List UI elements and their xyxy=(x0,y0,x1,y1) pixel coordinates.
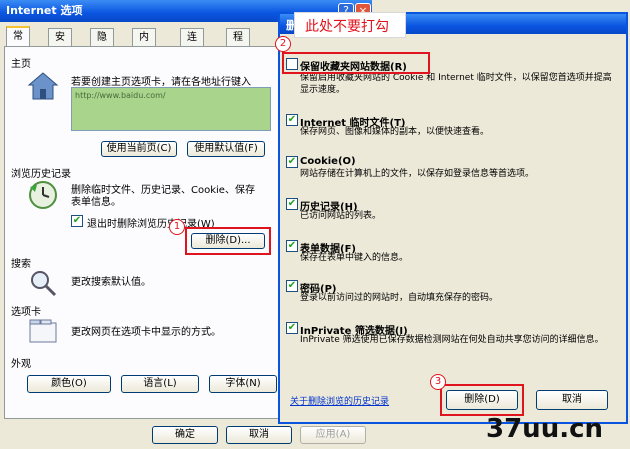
step3-marker: 3 xyxy=(430,374,446,390)
languages-button[interactable]: 语言(L) xyxy=(121,375,199,393)
history-desc: 已访问网站的列表。 xyxy=(300,211,382,221)
delete-history-dialog: 删除 保留收藏夹网站数据(R) 保留启用收藏夹网站的 Cookie 和 Inte… xyxy=(278,12,628,424)
home-url-textarea[interactable]: http://www.baidu.com/ xyxy=(71,87,271,131)
use-current-button[interactable]: 使用当前页(C) xyxy=(101,141,177,157)
home-icon xyxy=(27,71,59,101)
tab-content[interactable]: 内容 xyxy=(132,28,156,61)
dialog-cancel-button[interactable]: 取消 xyxy=(536,390,608,410)
passwords-checkbox[interactable]: ✔ xyxy=(286,280,298,292)
form-data-desc: 保存在表单中键入的信息。 xyxy=(300,253,409,263)
passwords-desc: 登录以前访问过的网站时，自动填充保存的密码。 xyxy=(300,293,499,303)
search-section-label: 搜索 xyxy=(11,259,31,270)
step1-highlight xyxy=(185,227,271,255)
tabs-section-label: 选项卡 xyxy=(11,307,41,318)
tab-connections[interactable]: 连接 xyxy=(180,28,204,61)
temp-files-checkbox[interactable]: ✔ xyxy=(286,114,298,126)
site-watermark: 37uu.cn xyxy=(486,414,603,444)
callout-box: 此处不要打勾 xyxy=(294,12,406,38)
search-desc: 更改搜索默认值。 xyxy=(71,277,151,288)
cookies-desc: 网站存储在计算机上的文件，以保存如登录信息等首选项。 xyxy=(300,169,535,179)
history-checkbox[interactable]: ✔ xyxy=(286,198,298,210)
tab-programs[interactable]: 程序 xyxy=(226,28,250,61)
history-desc-line2: 表单信息。 xyxy=(71,197,121,208)
temp-files-desc: 保存网页、图像和媒体的副本，以便快速查看。 xyxy=(300,127,490,137)
step3-highlight xyxy=(440,384,524,416)
delete-on-exit-checkbox[interactable]: ✔ xyxy=(71,215,83,227)
callout-text: 此处不要打勾 xyxy=(305,19,389,35)
tabs-desc: 更改网页在选项卡中显示的方式。 xyxy=(71,327,221,338)
inprivate-desc: InPrivate 筛选使用已保存数据检测网站在何处自动共享您访问的详细信息。 xyxy=(300,335,604,345)
tab-general[interactable]: 常规 xyxy=(6,26,30,60)
step2-marker: 2 xyxy=(275,36,291,52)
search-magnifier-icon xyxy=(29,269,57,297)
tab-security[interactable]: 安全 xyxy=(48,28,72,61)
about-delete-history-link[interactable]: 关于删除浏览的历史记录 xyxy=(290,394,389,407)
inprivate-checkbox[interactable]: ✔ xyxy=(286,322,298,334)
form-data-checkbox[interactable]: ✔ xyxy=(286,240,298,252)
use-default-button[interactable]: 使用默认值(F) xyxy=(187,141,265,157)
cookies-title: Cookie(O) xyxy=(300,156,356,167)
ok-button[interactable]: 确定 xyxy=(152,426,218,444)
colors-button[interactable]: 颜色(O) xyxy=(27,375,111,393)
cookies-checkbox[interactable]: ✔ xyxy=(286,156,298,168)
step1-marker: 1 xyxy=(169,219,185,235)
back-cancel-button[interactable]: 取消 xyxy=(226,426,292,444)
history-section-label: 浏览历史记录 xyxy=(11,169,71,180)
history-clock-icon xyxy=(27,179,59,211)
home-section-label: 主页 xyxy=(11,59,31,70)
preserve-favorites-desc: 保留启用收藏夹网站的 Cookie 和 Internet 临时文件，以保留您首选… xyxy=(300,73,612,95)
fonts-button[interactable]: 字体(N) xyxy=(209,375,277,393)
tabs-window-icon xyxy=(29,319,57,343)
appearance-section-label: 外观 xyxy=(11,359,31,370)
apply-button[interactable]: 应用(A) xyxy=(300,426,366,444)
step2-highlight xyxy=(282,52,430,74)
tab-privacy[interactable]: 隐私 xyxy=(90,28,114,61)
home-desc: 若要创建主页选项卡，请在各地址行键入 xyxy=(71,77,251,88)
